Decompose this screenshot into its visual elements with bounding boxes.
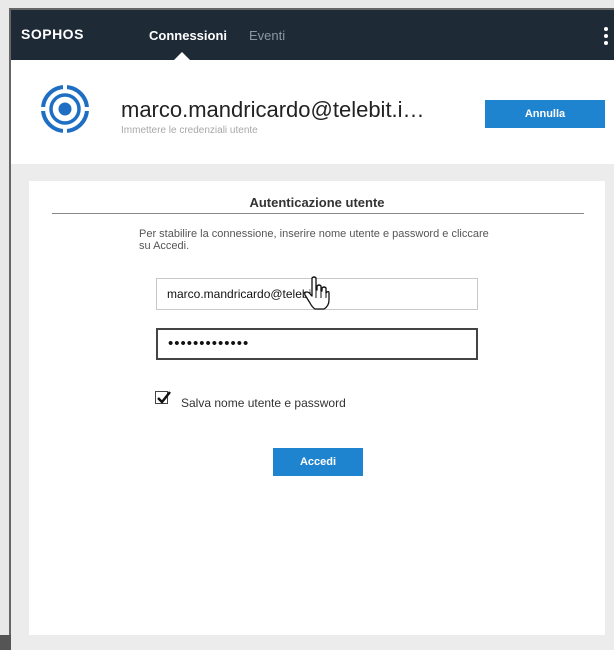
kebab-menu-icon[interactable]: [604, 27, 608, 48]
top-nav-bar: SOPHOS Connessioni Eventi: [11, 10, 614, 60]
auth-card: Autenticazione utente Per stabilire la c…: [29, 181, 605, 635]
active-tab-indicator: [174, 52, 190, 60]
profile-target-icon: [40, 84, 90, 139]
save-credentials-checkbox[interactable]: [155, 391, 171, 404]
connection-title: marco.mandricardo@telebit.i…: [121, 97, 425, 122]
accedi-button[interactable]: Accedi: [273, 448, 363, 476]
cancel-button[interactable]: Annulla: [485, 100, 605, 128]
hand-cursor-icon: [304, 276, 330, 315]
tab-connessioni[interactable]: Connessioni: [149, 28, 227, 43]
connection-header: marco.mandricardo@telebit.i… Immettere l…: [11, 60, 614, 164]
auth-title: Autenticazione utente: [249, 195, 385, 210]
save-credentials-label[interactable]: Salva nome utente e password: [181, 396, 346, 410]
sophos-logo: SOPHOS: [21, 26, 84, 42]
title-divider: [52, 213, 584, 214]
auth-instructions: Per stabilire la connessione, inserire n…: [139, 228, 489, 252]
checkmark-icon: [157, 391, 171, 404]
connection-subtitle: Immettere le credenziali utente: [121, 125, 258, 136]
password-input[interactable]: •••••••••••••: [156, 328, 478, 360]
tab-eventi[interactable]: Eventi: [249, 28, 285, 43]
